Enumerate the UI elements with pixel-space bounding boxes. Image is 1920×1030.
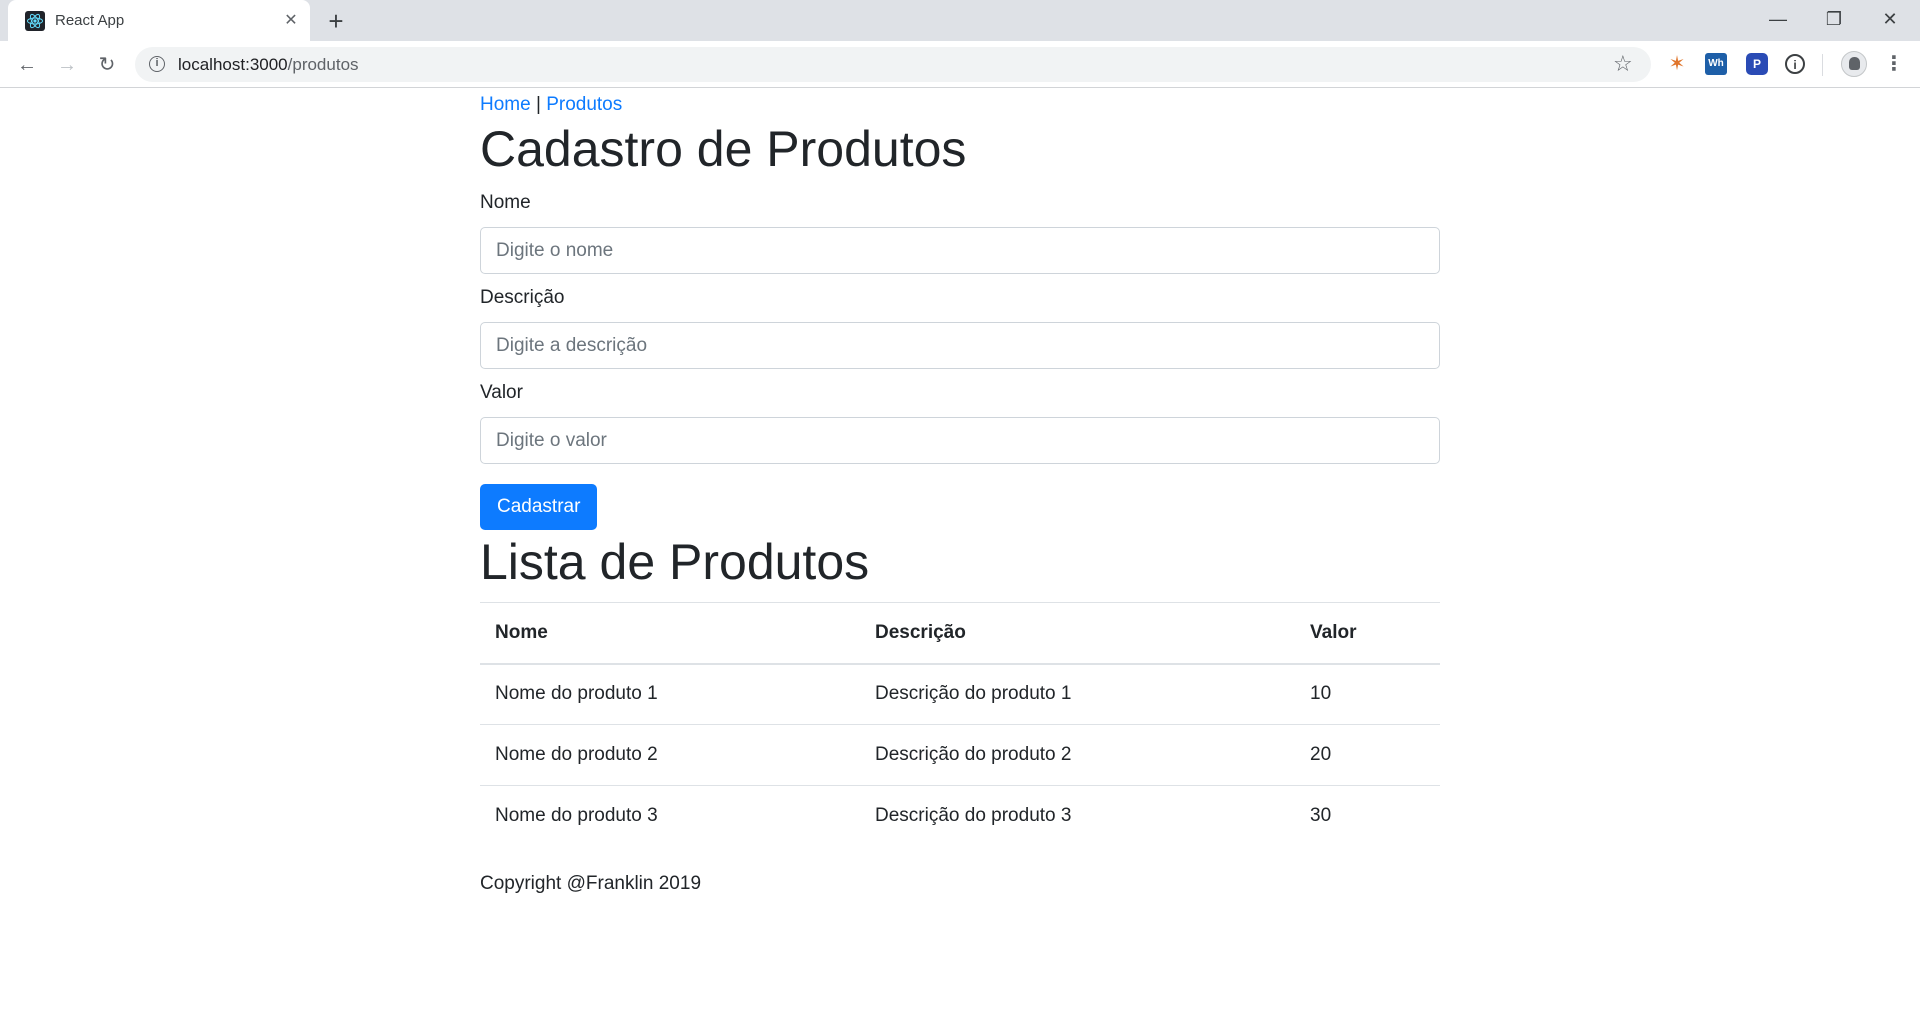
cell-descricao: Descrição do produto 1: [860, 663, 1295, 725]
nav-links: Home | Produtos: [480, 92, 1440, 118]
list-title: Lista de Produtos: [480, 534, 870, 590]
window-close-button[interactable]: ✕: [1862, 0, 1918, 41]
site-info-icon[interactable]: i: [149, 56, 165, 72]
footer-copyright: Copyright @Franklin 2019: [480, 872, 702, 894]
nome-label: Nome: [480, 192, 531, 213]
header-nome: Nome: [480, 602, 860, 665]
descricao-label: Descrição: [480, 287, 565, 308]
browser-toolbar: ← → ↻ i localhost:3000/produtos ☆ ✶ Wh P…: [0, 41, 1920, 88]
address-url[interactable]: localhost:3000/produtos: [178, 55, 359, 74]
cell-nome: Nome do produto 3: [480, 785, 860, 847]
profile-avatar[interactable]: [1841, 51, 1867, 77]
nav-link-home[interactable]: Home: [480, 94, 531, 115]
products-table: Nome Descrição Valor Nome do produto 1 D…: [480, 602, 1440, 847]
new-tab-button[interactable]: +: [322, 8, 350, 36]
table-header-row: Nome Descrição Valor: [480, 602, 1440, 665]
wh-extension-icon[interactable]: Wh: [1705, 53, 1727, 75]
browser-menu-icon[interactable]: ⋮: [1884, 50, 1904, 78]
cell-valor: 20: [1295, 724, 1440, 786]
cell-valor: 10: [1295, 663, 1440, 725]
toolbar-divider: [1822, 54, 1823, 76]
page-container: Home | Produtos Cadastro de Produtos Nom…: [480, 88, 1440, 896]
forward-arrow-icon[interactable]: →: [53, 51, 81, 79]
browser-tab[interactable]: React App ✕: [8, 0, 310, 41]
p-extension-icon[interactable]: P: [1746, 53, 1768, 75]
header-descricao: Descrição: [860, 602, 1295, 665]
url-host: localhost:3000: [178, 55, 288, 74]
nimbus-icon[interactable]: ✶: [1666, 53, 1688, 75]
window-maximize-button[interactable]: ❐: [1806, 0, 1862, 41]
tab-title: React App: [55, 12, 125, 29]
cell-descricao: Descrição do produto 2: [860, 724, 1295, 786]
page-title: Cadastro de Produtos: [480, 121, 967, 177]
cell-valor: 30: [1295, 785, 1440, 847]
header-valor: Valor: [1295, 602, 1440, 665]
valor-label: Valor: [480, 382, 523, 403]
cell-nome: Nome do produto 1: [480, 663, 860, 725]
bookmark-star-icon[interactable]: ☆: [1613, 52, 1633, 76]
reload-icon[interactable]: ↻: [93, 51, 121, 79]
nome-form-group: Nome: [480, 191, 1440, 274]
react-favicon-icon: [25, 11, 45, 31]
back-arrow-icon[interactable]: ←: [13, 51, 41, 79]
info-extension-icon[interactable]: i: [1785, 54, 1805, 74]
cell-nome: Nome do produto 2: [480, 724, 860, 786]
window-minimize-button[interactable]: —: [1750, 0, 1806, 41]
nav-separator: |: [535, 94, 541, 115]
nav-link-produtos[interactable]: Produtos: [546, 94, 622, 115]
valor-input[interactable]: [480, 417, 1440, 464]
table-row: Nome do produto 1 Descrição do produto 1…: [480, 663, 1440, 725]
cadastrar-button[interactable]: Cadastrar: [480, 484, 598, 530]
nome-input[interactable]: [480, 227, 1440, 274]
cell-descricao: Descrição do produto 3: [860, 785, 1295, 847]
descricao-input[interactable]: [480, 322, 1440, 369]
tab-close-icon[interactable]: ✕: [280, 10, 302, 32]
address-bar[interactable]: i localhost:3000/produtos ☆: [135, 47, 1651, 82]
browser-tabstrip: React App ✕ + — ❐ ✕: [0, 0, 1920, 41]
url-path: /produtos: [287, 55, 359, 74]
table-row: Nome do produto 3 Descrição do produto 3…: [480, 785, 1440, 847]
valor-form-group: Valor: [480, 381, 1440, 464]
table-row: Nome do produto 2 Descrição do produto 2…: [480, 724, 1440, 786]
descricao-form-group: Descrição: [480, 286, 1440, 369]
